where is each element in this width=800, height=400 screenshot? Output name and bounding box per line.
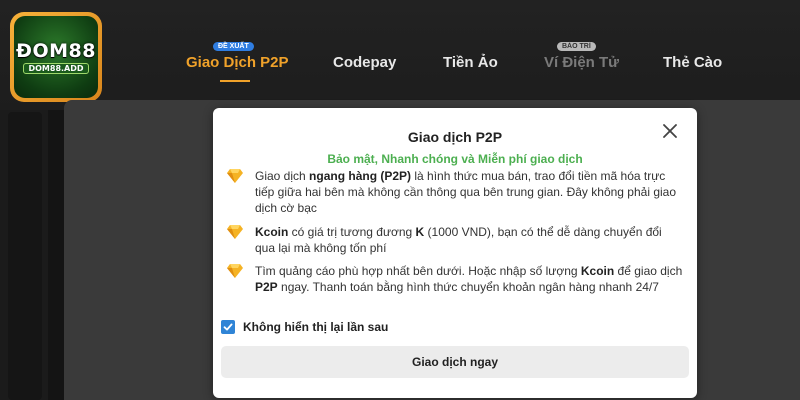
tab-badge-recommended: ĐỀ XUẤT (213, 42, 254, 51)
tab-p2p[interactable]: Giao Dịch P2P (186, 54, 289, 71)
dont-show-again-row[interactable]: Không hiển thị lại lần sau (221, 320, 388, 334)
tab-codepay[interactable]: Codepay (333, 54, 396, 71)
info-item-text: Tìm quảng cáo phù hợp nhất bên dưới. Hoặ… (255, 264, 683, 294)
tab-crypto[interactable]: Tiền Ảo (443, 54, 498, 71)
info-item-text: Giao dịch ngang hàng (P2P) là hình thức … (255, 169, 677, 215)
p2p-info-modal: Giao dịch P2P Bảo mật, Nhanh chóng và Mi… (213, 108, 697, 398)
diamond-icon (227, 169, 243, 183)
info-item: Giao dịch ngang hàng (P2P) là hình thức … (227, 168, 685, 216)
active-tab-indicator (220, 80, 250, 82)
close-icon[interactable] (661, 122, 679, 140)
modal-title: Giao dịch P2P (407, 129, 503, 145)
checkbox-label: Không hiển thị lại lần sau (243, 320, 389, 334)
brand-logo[interactable]: ĐOM88 DOM88.ADD (10, 12, 102, 102)
dont-show-again-checkbox[interactable] (221, 320, 235, 334)
diamond-icon (227, 264, 243, 278)
modal-subtitle: Bảo mật, Nhanh chóng và Miễn phí giao dị… (327, 152, 583, 166)
tab-ewallet[interactable]: Ví Điện Tử (544, 54, 619, 71)
logo-badge: ĐOM88 DOM88.ADD (14, 16, 98, 98)
info-item: Tìm quảng cáo phù hợp nhất bên dưới. Hoặ… (227, 263, 685, 295)
info-item: Kcoin có giá trị tương đương K (1000 VND… (227, 224, 685, 256)
info-item-text: Kcoin có giá trị tương đương K (1000 VND… (255, 225, 662, 255)
tab-badge-maintenance: BẢO TRÌ (557, 42, 596, 51)
diamond-icon (227, 225, 243, 239)
logo-text: ĐOM88 (16, 40, 96, 62)
tab-card[interactable]: Thẻ Cào (663, 54, 722, 71)
logo-domain: DOM88.ADD (23, 63, 89, 74)
trade-now-button[interactable]: Giao dịch ngay (221, 346, 689, 378)
check-icon (223, 323, 233, 331)
left-sidebar-inner (8, 112, 42, 400)
